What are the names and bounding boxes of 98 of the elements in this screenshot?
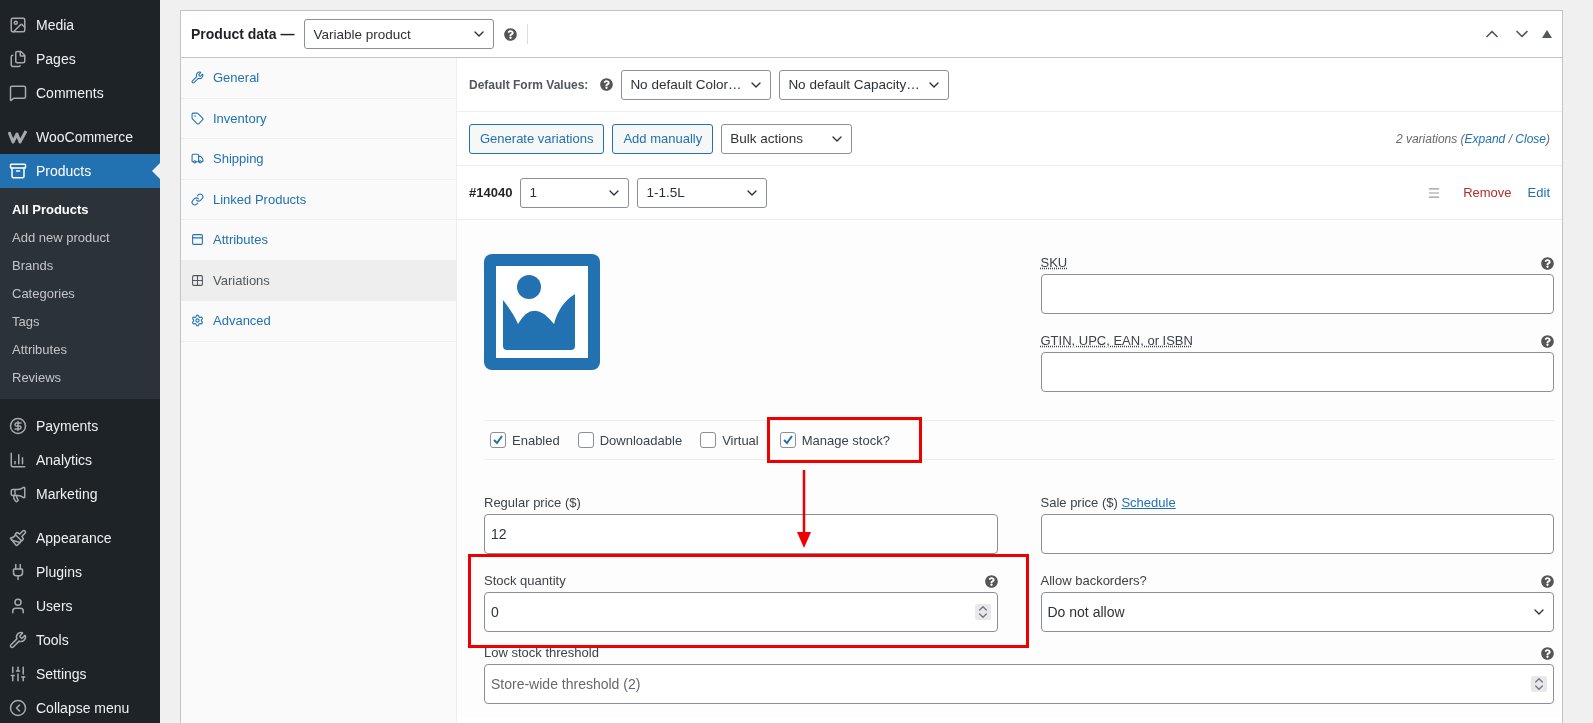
checkbox[interactable]	[700, 432, 717, 448]
action-button[interactable]: Generate variations	[469, 123, 605, 154]
attribute-select[interactable]: 1	[520, 177, 630, 208]
collapse-triangle-icon[interactable]	[1542, 30, 1552, 38]
checkbox[interactable]	[779, 432, 796, 448]
menu-item[interactable]: Media	[0, 8, 160, 42]
field-label: Low stock threshold	[484, 645, 599, 660]
field-label: Regular price ($)	[484, 495, 581, 510]
menu-item[interactable]: Collapse menu	[0, 691, 160, 723]
sku-field[interactable]	[1040, 274, 1554, 314]
field-label: Stock quantity	[484, 573, 566, 588]
variations-summary: 2 variations (Expand / Close)	[1395, 131, 1550, 146]
low-stock-field[interactable]: Store-wide threshold (2)	[484, 664, 1554, 704]
menu-item[interactable]: Payments	[0, 409, 160, 443]
help-icon[interactable]	[984, 575, 998, 588]
truck-icon	[191, 152, 204, 166]
spinner-icon[interactable]	[974, 604, 991, 620]
gear-icon	[191, 314, 204, 328]
help-icon[interactable]	[1541, 575, 1554, 588]
spinner-icon[interactable]	[1531, 676, 1547, 692]
sliders-icon	[8, 665, 28, 683]
menu-item[interactable]: WooCommerce	[0, 120, 160, 154]
archive-icon	[8, 162, 28, 180]
help-icon[interactable]	[1541, 257, 1554, 270]
panel-tab[interactable]: Inventory	[181, 98, 456, 139]
expand-link[interactable]: Expand	[1464, 131, 1506, 146]
sale-price-field[interactable]	[1040, 514, 1554, 554]
submenu-item[interactable]: Add new product	[0, 223, 160, 251]
link-icon	[191, 192, 204, 206]
comment-icon	[8, 84, 28, 102]
checkbox-label: Downloadable	[599, 432, 683, 448]
checkbox-label: Manage stock?	[801, 432, 890, 448]
panel-tab[interactable]: Variations	[181, 260, 456, 301]
field-label: GTIN, UPC, EAN, or ISBN	[1040, 333, 1193, 348]
wrench-icon	[8, 631, 28, 649]
menu-item[interactable]: Tools	[0, 623, 160, 657]
help-icon[interactable]	[1541, 647, 1554, 660]
checkbox[interactable]	[577, 432, 594, 448]
menu-item[interactable]: Users	[0, 589, 160, 623]
default-value-select[interactable]: No default Capacity…	[779, 69, 950, 100]
default-value-select[interactable]: No default Color…	[621, 69, 772, 100]
field-label: SKU	[1040, 255, 1068, 270]
attribute-select[interactable]: 1-1.5L	[637, 177, 768, 208]
pages-icon	[8, 50, 28, 68]
panel-tab[interactable]: Shipping	[181, 139, 456, 180]
edit-link[interactable]: Edit	[1527, 185, 1550, 200]
schedule-link[interactable]: Schedule	[1121, 495, 1176, 510]
submenu-item[interactable]: Categories	[0, 279, 160, 307]
panel-tab[interactable]: General	[181, 58, 456, 99]
menu-item[interactable]: Pages	[0, 42, 160, 76]
help-icon[interactable]	[504, 27, 518, 41]
panel-tab[interactable]: Linked Products	[181, 179, 456, 220]
submenu-item[interactable]: Tags	[0, 307, 160, 335]
bulk-actions-select[interactable]: Bulk actions	[721, 123, 853, 154]
menu-item[interactable]: Comments	[0, 76, 160, 110]
help-icon[interactable]	[600, 78, 614, 91]
logo-icon	[8, 130, 28, 144]
panel-tab[interactable]: Advanced	[181, 301, 456, 342]
checkbox[interactable]	[490, 432, 506, 448]
submenu-item[interactable]: Reviews	[0, 363, 160, 391]
megaphone-icon	[8, 485, 28, 503]
variation-id: #14040	[469, 185, 513, 200]
field-label: Allow backorders?	[1040, 573, 1147, 588]
remove-link[interactable]: Remove	[1463, 185, 1512, 200]
image-placeholder-icon[interactable]	[484, 254, 600, 370]
menu-item[interactable]: Settings	[0, 657, 160, 691]
bar-chart-icon	[8, 451, 28, 469]
panel-title: Product data —	[191, 26, 295, 42]
help-icon[interactable]	[1541, 335, 1554, 348]
gtin-field[interactable]	[1040, 352, 1554, 392]
dollar-icon	[8, 417, 28, 435]
menu-item[interactable]: Products	[0, 154, 160, 188]
menu-item[interactable]: Analytics	[0, 443, 160, 477]
panel-tab[interactable]: Attributes	[181, 220, 456, 261]
drag-handle-icon[interactable]	[1427, 185, 1442, 200]
checkbox-label: Virtual	[722, 432, 759, 448]
action-button[interactable]: Add manually	[612, 123, 714, 154]
list-icon	[191, 233, 204, 247]
menu-item[interactable]: Plugins	[0, 555, 160, 589]
regular-price-field[interactable]: 12	[484, 514, 998, 554]
menu-item[interactable]: Appearance	[0, 521, 160, 555]
checkbox-label: Enabled	[512, 432, 560, 448]
submenu-item[interactable]: All Products	[0, 195, 160, 223]
field-label: Default Form Values:	[469, 77, 589, 92]
grid-icon	[191, 273, 204, 287]
backorders-select[interactable]: Do not allow	[1040, 592, 1554, 632]
media-icon	[8, 16, 28, 34]
tag-icon	[191, 111, 204, 125]
wrench-icon	[191, 71, 204, 85]
submenu-item[interactable]: Attributes	[0, 335, 160, 363]
product-type-select[interactable]: Variable product	[304, 19, 495, 49]
menu-item[interactable]: Marketing	[0, 477, 160, 511]
paintbrush-icon	[8, 529, 28, 547]
stock-quantity-field[interactable]: 0	[484, 592, 998, 632]
field-label: Sale price ($) Schedule	[1040, 495, 1176, 510]
close-link[interactable]: Close	[1515, 131, 1546, 146]
submenu-item[interactable]: Brands	[0, 251, 160, 279]
collapse-icon	[8, 699, 28, 717]
